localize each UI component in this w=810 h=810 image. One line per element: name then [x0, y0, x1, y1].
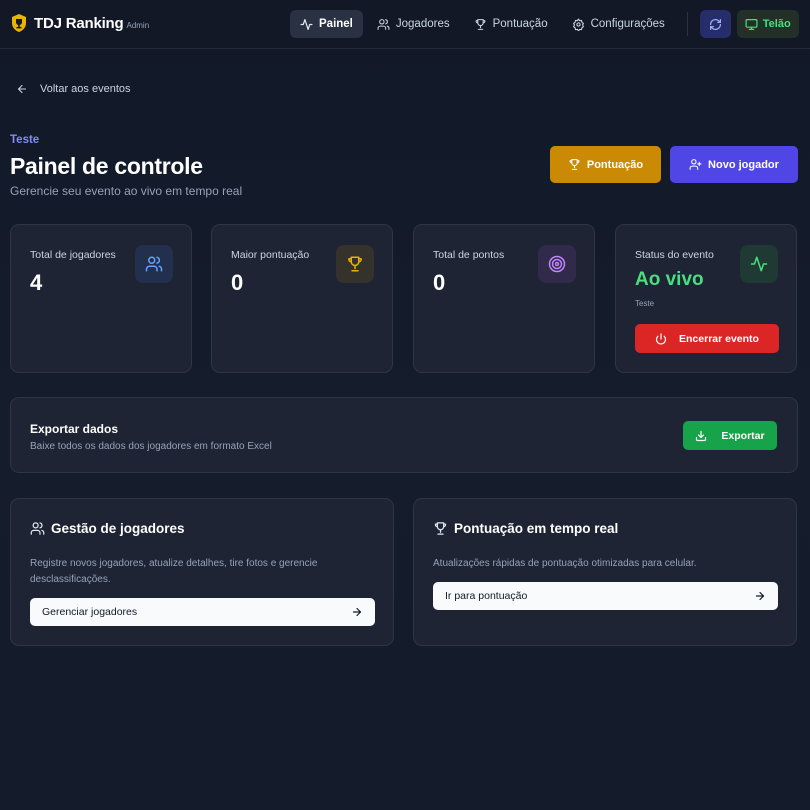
export-card: Exportar dados Baixe todos os dados dos …	[10, 397, 798, 473]
event-name: Teste	[10, 134, 40, 146]
app-name: TDJ Ranking	[34, 14, 124, 32]
feature-title-text: Gestão de jogadores	[51, 521, 185, 536]
export-button[interactable]: Exportar	[683, 421, 777, 450]
end-event-button[interactable]: Encerrar evento	[635, 324, 779, 353]
back-to-events-link[interactable]: Voltar aos eventos	[16, 83, 131, 95]
nav-item-jogadores[interactable]: Jogadores	[367, 10, 460, 38]
arrow-right-icon	[352, 607, 362, 617]
stat-value: 0	[433, 270, 446, 295]
feature-description: Registre novos jogadores, atualize detal…	[30, 558, 318, 585]
download-icon	[696, 430, 707, 441]
activity-icon	[300, 18, 313, 30]
refresh-button[interactable]	[699, 10, 731, 38]
manage-players-button[interactable]: Gerenciar jogadores	[30, 598, 375, 626]
score-button[interactable]: Pontuação	[550, 146, 661, 183]
telao-label: Telão	[762, 18, 791, 30]
users-icon	[135, 245, 173, 283]
refresh-icon	[709, 18, 721, 30]
nav-item-label: Configurações	[590, 18, 665, 30]
feature-card-player-management: Gestão de jogadores Registre novos jogad…	[10, 498, 394, 646]
top-navigation-bar: TDJ Ranking Admin Painel Jogadores Pontu…	[0, 0, 810, 49]
score-button-label: Pontuação	[586, 158, 644, 171]
new-player-button-label: Novo jogador	[708, 158, 779, 171]
manage-players-label: Gerenciar jogadores	[42, 606, 138, 618]
stat-label: Total de jogadores	[30, 249, 116, 261]
nav-divider	[686, 12, 688, 36]
stat-label: Maior pontuação	[231, 249, 310, 261]
nav-item-label: Painel	[319, 18, 353, 30]
go-to-scoring-button[interactable]: Ir para pontuação	[433, 582, 778, 610]
trophy-icon	[475, 18, 486, 30]
telao-button[interactable]: Telão	[736, 10, 799, 38]
feature-title-text: Pontuação em tempo real	[454, 521, 619, 536]
activity-icon	[740, 245, 778, 283]
nav-item-label: Pontuação	[492, 18, 548, 30]
shield-trophy-icon	[10, 13, 28, 33]
export-subtitle: Baixe todos os dados dos jogadores em fo…	[30, 441, 272, 452]
status-value: Ao vivo	[635, 269, 704, 290]
go-to-scoring-label: Ir para pontuação	[445, 590, 528, 602]
new-player-button[interactable]: Novo jogador	[670, 146, 798, 183]
arrow-left-icon	[17, 84, 27, 94]
stat-value: 0	[231, 270, 244, 295]
stat-value: 4	[30, 270, 43, 295]
trophy-icon	[434, 522, 447, 535]
app-tag: Admin	[126, 20, 150, 30]
settings-icon	[572, 18, 584, 31]
users-icon	[30, 522, 45, 535]
target-icon	[538, 245, 576, 283]
feature-description: Atualizações rápidas de pontuação otimiz…	[433, 558, 697, 569]
power-icon	[655, 332, 667, 345]
feature-card-live-scoring: Pontuação em tempo real Atualizações ráp…	[413, 498, 797, 646]
trophy-icon	[569, 159, 580, 170]
export-button-label: Exportar	[721, 429, 765, 442]
export-title: Exportar dados	[30, 422, 119, 436]
monitor-icon	[745, 18, 758, 30]
page-title: Painel de controle	[10, 153, 203, 179]
status-event-name: Teste	[635, 299, 655, 308]
arrow-right-icon	[755, 591, 765, 601]
nav-item-painel[interactable]: Painel	[290, 10, 363, 38]
stat-card-event-status: Status do evento Ao vivo Teste Encerrar …	[615, 224, 797, 373]
stat-label: Total de pontos	[433, 249, 505, 261]
nav-item-label: Jogadores	[395, 18, 450, 30]
nav-item-configuracoes[interactable]: Configurações	[562, 10, 675, 38]
users-icon	[377, 18, 390, 30]
trophy-icon	[336, 245, 374, 283]
stat-card-top-score: Maior pontuação 0	[211, 224, 393, 373]
user-plus-icon	[689, 159, 702, 170]
page-subtitle: Gerencie seu evento ao vivo em tempo rea…	[10, 184, 243, 198]
brand[interactable]: TDJ Ranking Admin	[10, 13, 149, 33]
main-nav: Painel Jogadores Pontuação Configurações…	[290, 10, 799, 38]
stat-label: Status do evento	[635, 249, 714, 261]
back-label: Voltar aos eventos	[40, 83, 131, 95]
feature-title: Pontuação em tempo real	[433, 521, 618, 536]
stat-card-total-points: Total de pontos 0	[413, 224, 595, 373]
nav-item-pontuacao[interactable]: Pontuação	[464, 10, 558, 38]
stat-card-total-players: Total de jogadores 4	[10, 224, 192, 373]
end-event-label: Encerrar evento	[679, 332, 759, 345]
feature-title: Gestão de jogadores	[30, 521, 185, 536]
